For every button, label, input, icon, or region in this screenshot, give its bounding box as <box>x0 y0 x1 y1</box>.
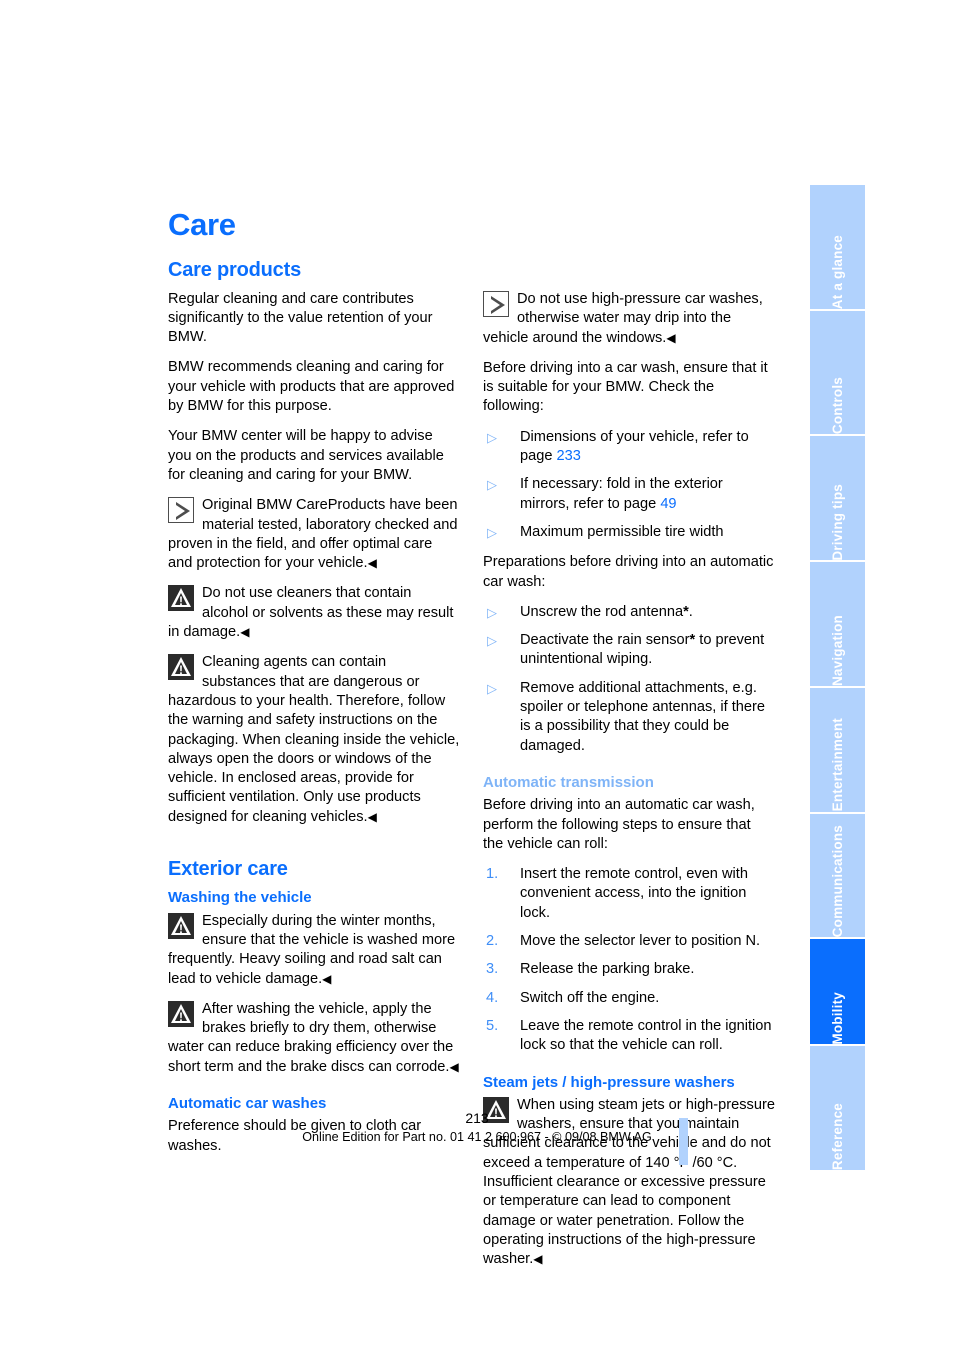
end-mark: ◀ <box>322 971 332 986</box>
sidebar-tab-at-a-glance[interactable]: At a glance <box>810 185 865 311</box>
step-text: Insert the remote control, even with con… <box>520 866 748 921</box>
list-item: 2. Move the selector lever to position N. <box>483 932 775 951</box>
end-mark: ◀ <box>367 809 377 824</box>
sidebar-tab-driving-tips[interactable]: Driving tips <box>810 436 865 563</box>
paragraph: Before driving into an automatic car was… <box>483 797 755 852</box>
warning-triangle-icon: ! <box>168 654 194 681</box>
list-item: ▷ Remove additional attachments, e.g. spo… <box>483 679 775 756</box>
note-block-warning: ! Cleaning agents can contain substances… <box>168 653 460 827</box>
list-item-text: Dimensions of your vehicle, refer to pag… <box>520 428 749 465</box>
note-block-warning: ! Do not use cleaners that contain alcoh… <box>168 584 460 642</box>
paragraph: Before driving into a car wash, ensure t… <box>483 359 768 415</box>
step-number: 5. <box>486 1017 499 1034</box>
note-block-warning: ! Especially during the winter months, e… <box>168 912 460 989</box>
bullet-triangle-icon: ▷ <box>487 633 497 649</box>
step-text: Leave the remote control in the ignition… <box>520 1017 772 1054</box>
step-number: 1. <box>486 866 499 883</box>
bullet-triangle-icon: ▷ <box>487 680 497 696</box>
sidebar-tab-strip: At a glance Controls Driving tips Naviga… <box>810 185 865 1170</box>
page-title: Care <box>168 207 236 242</box>
list-item: ▷ Maximum permissible tire width <box>483 523 775 542</box>
sidebar-tab-label: Driving tips <box>830 483 845 561</box>
step-number: 4. <box>486 989 499 1006</box>
manual-page: At a glance Controls Driving tips Naviga… <box>0 0 954 1350</box>
paragraph: Regular cleaning and care contributes si… <box>168 290 433 346</box>
paragraph: BMW recommends cleaning and caring for y… <box>168 359 455 415</box>
sidebar-tab-mobility[interactable]: Mobility <box>810 939 865 1047</box>
list-item-text: Maximum permissible tire width <box>520 523 724 540</box>
sidebar-tab-controls[interactable]: Controls <box>810 310 865 437</box>
info-note-icon <box>168 497 194 524</box>
note-text-continued: Insufficient clearance or excessive pres… <box>483 1173 766 1268</box>
list-item: ▷ Deactivate the rain sensor* to prevent … <box>483 631 775 670</box>
footer-accent-bar <box>679 1118 688 1165</box>
list-item: 5. Leave the remote control in the igniti… <box>483 1017 775 1056</box>
heading-steam-jets: Steam jets / high-pressure washers <box>483 1073 735 1091</box>
page-reference-link[interactable]: 233 <box>557 448 581 464</box>
imprint-line: Online Edition for Part no. 01 41 2 600 … <box>302 1130 652 1144</box>
checklist: ▷ Dimensions of your vehicle, refer to pa… <box>483 428 775 542</box>
sidebar-tab-label: Communications <box>830 825 845 938</box>
end-mark: ◀ <box>666 330 676 345</box>
heading-automatic-transmission: Automatic transmission <box>483 773 654 791</box>
step-text: Move the selector lever to position N. <box>520 933 761 950</box>
warning-triangle-icon: ! <box>168 912 194 939</box>
warning-triangle-icon: ! <box>168 1000 194 1027</box>
step-text: Release the parking brake. <box>520 961 695 978</box>
step-number: 3. <box>486 961 499 978</box>
sidebar-tab-label: Navigation <box>830 614 845 686</box>
paragraph: Your BMW center will be happy to advise … <box>168 428 444 483</box>
list-item-text: Deactivate the rain sensor <box>520 632 690 649</box>
sidebar-tab-entertainment[interactable]: Entertainment <box>810 687 865 814</box>
heading-care-products: Care products <box>168 259 301 282</box>
step-number: 2. <box>486 933 499 950</box>
sidebar-tab-navigation[interactable]: Navigation <box>810 562 865 688</box>
end-mark: ◀ <box>533 1252 543 1267</box>
sidebar-tab-reference[interactable]: Reference <box>810 1046 865 1170</box>
note-text: After washing the vehicle, apply the bra… <box>168 1000 454 1075</box>
bullet-triangle-icon: ▷ <box>487 477 497 493</box>
list-item: 1. Insert the remote control, even with c… <box>483 865 775 923</box>
sidebar-tab-communications[interactable]: Communications <box>810 813 865 940</box>
left-text-column: Care Care products Regular cleaning and … <box>168 207 460 1156</box>
list-item-text-tail: . <box>688 603 693 620</box>
sidebar-tab-label: Controls <box>830 377 845 435</box>
heading-exterior-care: Exterior care <box>168 858 288 881</box>
list-item-text: If necessary: fold in the exterior mirro… <box>520 476 723 512</box>
paragraph: Insufficient clearance or excessive pres… <box>483 1173 775 1269</box>
list-item: ▷ Dimensions of your vehicle, refer to pa… <box>483 428 775 467</box>
note-text: Cleaning agents can contain substances t… <box>168 654 460 825</box>
heading-washing-the-vehicle: Washing the vehicle <box>168 889 312 907</box>
bullet-triangle-icon: ▷ <box>487 524 497 540</box>
bullet-triangle-icon: ▷ <box>487 429 497 445</box>
sidebar-tab-label: At a glance <box>830 234 845 309</box>
list-item: 3. Release the parking brake. <box>483 960 775 979</box>
list-item-text: Remove additional attachments, e.g. spoi… <box>520 679 766 754</box>
info-note-icon <box>483 291 509 317</box>
bullet-triangle-icon: ▷ <box>487 604 497 620</box>
note-block-info: Original BMW CareProducts have been mate… <box>168 496 460 573</box>
note-text: Especially during the winter months, ens… <box>168 912 456 987</box>
sidebar-tab-label: Entertainment <box>830 718 845 812</box>
sidebar-tab-label: Mobility <box>830 991 845 1045</box>
list-item-text: Unscrew the rod antenna <box>520 603 684 620</box>
note-block-info: Do not use high-pressure car washes, oth… <box>483 290 775 348</box>
note-text: Do not use high-pressure car washes, oth… <box>483 291 763 346</box>
warning-triangle-icon: ! <box>168 585 194 612</box>
list-item: 4. Switch off the engine. <box>483 989 775 1008</box>
page-number: 213 <box>465 1110 489 1126</box>
step-text: Switch off the engine. <box>520 989 660 1006</box>
note-text: Original BMW CareProducts have been mate… <box>168 497 458 572</box>
note-block-warning: ! After washing the vehicle, apply the b… <box>168 1000 460 1077</box>
automatic-transmission-steps: 1. Insert the remote control, even with c… <box>483 865 775 1055</box>
end-mark: ◀ <box>240 625 250 640</box>
end-mark: ◀ <box>449 1059 459 1074</box>
list-item: ▷ If necessary: fold in the exterior mirr… <box>483 475 775 514</box>
preparations-list: ▷ Unscrew the rod antenna*. ▷ Deactivate t… <box>483 603 775 756</box>
end-mark: ◀ <box>367 556 377 571</box>
page-reference-link[interactable]: 49 <box>660 496 676 512</box>
note-text: Do not use cleaners that contain alcohol… <box>168 585 454 641</box>
list-item: ▷ Unscrew the rod antenna*. <box>483 603 775 622</box>
paragraph: Preparations before driving into an auto… <box>483 554 774 590</box>
